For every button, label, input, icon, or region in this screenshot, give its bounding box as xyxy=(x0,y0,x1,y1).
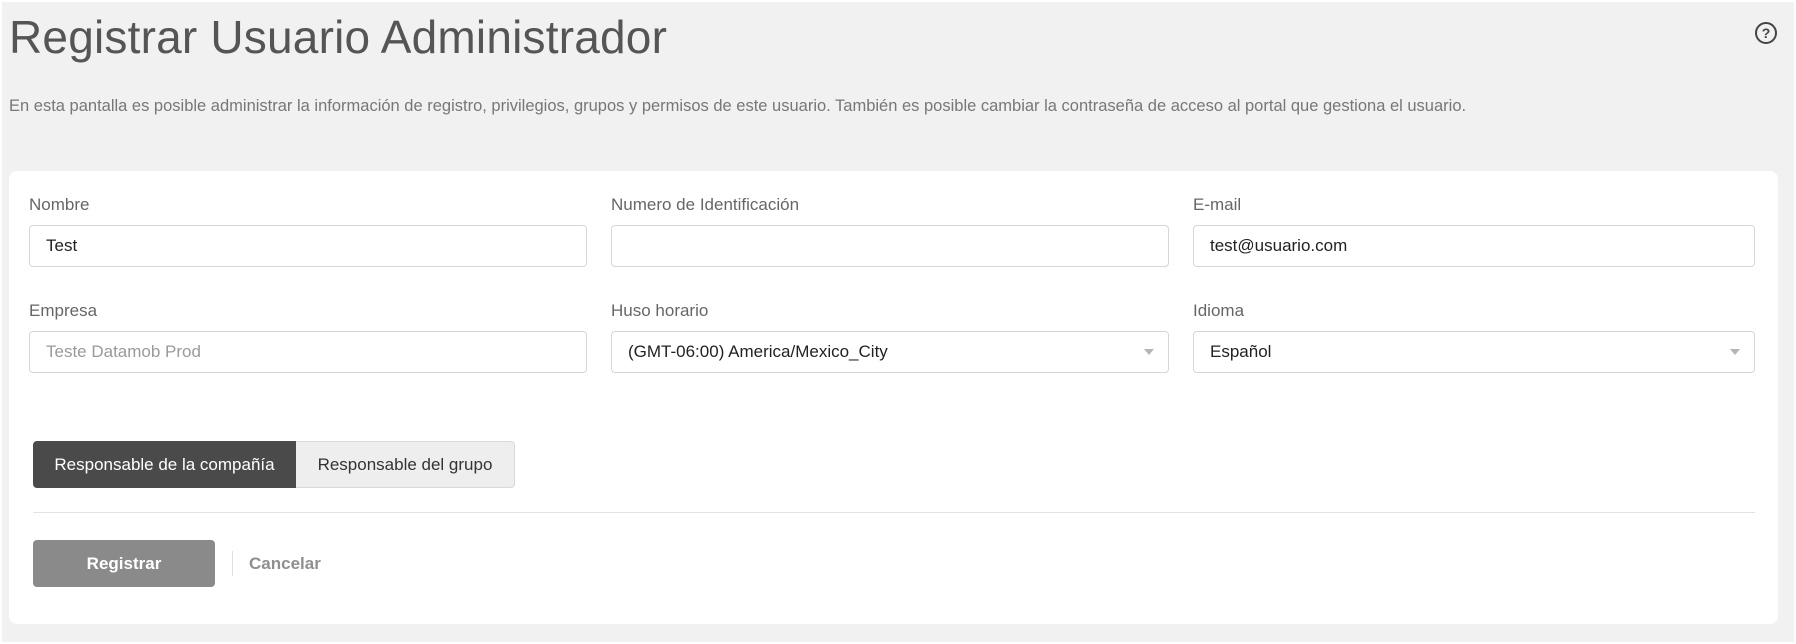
empresa-value: Teste Datamob Prod xyxy=(46,342,201,361)
email-value: test@usuario.com xyxy=(1210,236,1348,255)
email-input[interactable]: test@usuario.com xyxy=(1193,225,1755,267)
form-card: Nombre Test Numero de Identificación E-m… xyxy=(9,171,1778,624)
cancel-button[interactable]: Cancelar xyxy=(249,551,321,577)
toggle-responsable-compania[interactable]: Responsable de la compañía xyxy=(33,441,296,488)
huso-horario-label: Huso horario xyxy=(611,301,709,320)
numero-identificacion-input[interactable] xyxy=(611,225,1169,267)
email-label: E-mail xyxy=(1193,195,1242,214)
nombre-value: Test xyxy=(46,236,78,255)
page-description: En esta pantalla es posible administrar … xyxy=(9,97,1467,115)
chevron-down-icon xyxy=(1730,349,1740,355)
empresa-input[interactable]: Teste Datamob Prod xyxy=(29,331,587,373)
empresa-label: Empresa xyxy=(29,301,98,320)
divider xyxy=(33,512,1755,513)
idioma-select[interactable]: Español xyxy=(1193,331,1755,373)
nombre-input[interactable]: Test xyxy=(29,225,587,267)
chevron-down-icon xyxy=(1144,349,1154,355)
register-button[interactable]: Registrar xyxy=(33,540,215,587)
huso-horario-value: (GMT-06:00) America/Mexico_City xyxy=(628,342,888,361)
idioma-value: Español xyxy=(1210,342,1272,361)
numero-identificacion-label: Numero de Identificación xyxy=(611,195,800,214)
page-title: Registrar Usuario Administrador xyxy=(9,11,668,63)
button-separator xyxy=(232,551,233,576)
question-circle-icon[interactable]: ? xyxy=(1755,22,1777,44)
idioma-label: Idioma xyxy=(1193,301,1245,320)
toggle-responsable-grupo[interactable]: Responsable del grupo xyxy=(296,441,515,488)
page-background: Registrar Usuario Administrador ? En est… xyxy=(2,2,1794,642)
nombre-label: Nombre xyxy=(29,195,90,214)
huso-horario-select[interactable]: (GMT-06:00) America/Mexico_City xyxy=(611,331,1169,373)
